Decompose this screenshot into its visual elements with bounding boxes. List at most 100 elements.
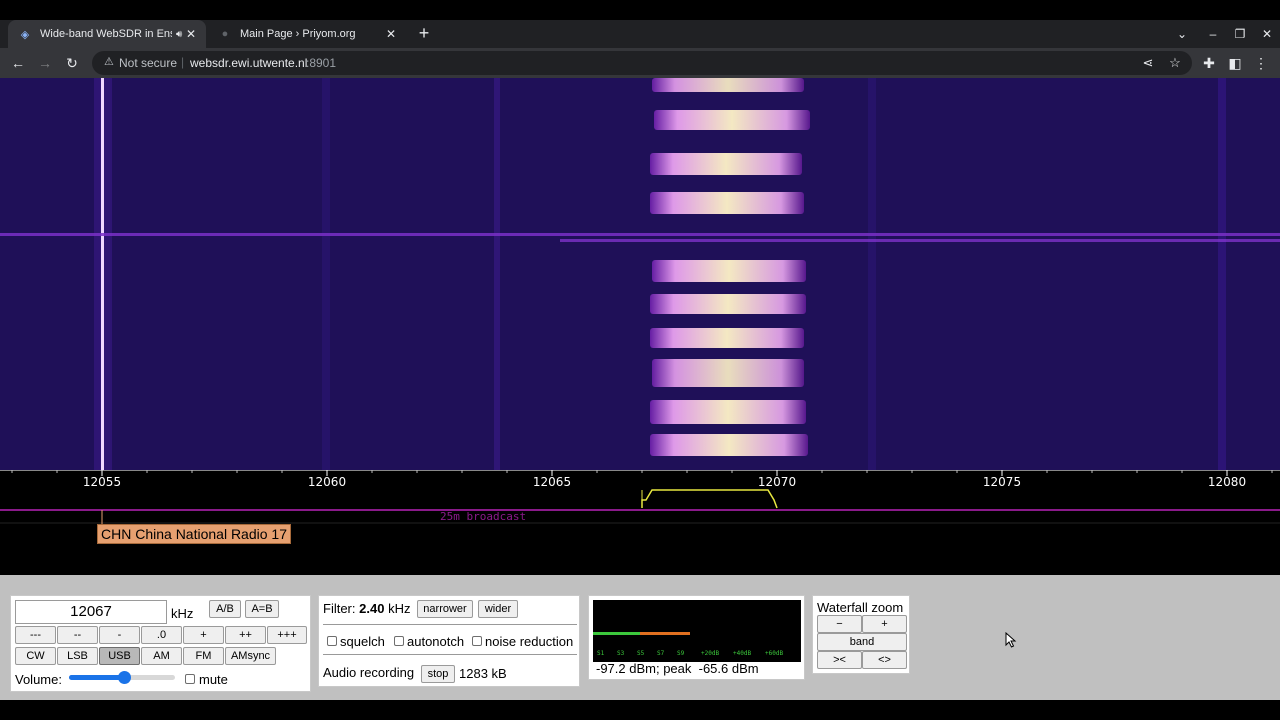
- back-icon[interactable]: ←: [9, 54, 27, 72]
- stop-recording-button[interactable]: stop: [421, 665, 455, 683]
- smeter-scale-label: S9: [677, 650, 685, 657]
- mute-label[interactable]: mute: [199, 672, 228, 687]
- autonotch-label[interactable]: autonotch: [407, 634, 464, 649]
- waterfall-zoom-panel: Waterfall zoom − + band >< <>: [812, 595, 910, 674]
- signal-readout: -97.2 dBm; peak -65.6 dBm: [596, 661, 759, 676]
- share-icon[interactable]: ⋖: [1140, 55, 1156, 71]
- mode-lsb-button[interactable]: LSB: [57, 647, 98, 665]
- close-tab-icon[interactable]: ✕: [184, 27, 198, 41]
- url-port[interactable]: :8901: [306, 56, 336, 70]
- volume-slider-fill: [69, 675, 125, 680]
- audio-recording-label: Audio recording: [323, 665, 415, 680]
- step-up-large-button[interactable]: +++: [267, 626, 307, 644]
- screen-top-border: [0, 0, 1280, 20]
- step-up-medium-button[interactable]: ++: [225, 626, 266, 644]
- station-label[interactable]: CHN China National Radio 17: [97, 524, 291, 544]
- wider-button[interactable]: wider: [478, 600, 518, 618]
- scale-tick-label: 12065: [532, 475, 572, 489]
- reload-icon[interactable]: ↻: [63, 54, 81, 72]
- narrower-button[interactable]: narrower: [417, 600, 473, 618]
- frequency-input[interactable]: 12067: [15, 600, 167, 624]
- browser-toolbar: ← → ↻ ⚠ Not secure | websdr.ewi.utwente.…: [0, 48, 1280, 78]
- step-down-small-button[interactable]: -: [99, 626, 140, 644]
- filter-label: Filter: 2.40 kHz: [323, 601, 410, 616]
- address-bar[interactable]: ⚠ Not secure | websdr.ewi.utwente.nl :89…: [92, 51, 1192, 75]
- close-tab-icon[interactable]: ✕: [384, 27, 398, 41]
- frequency-scale[interactable]: 12055 12060 12065 12070 12075 12080 25m …: [0, 470, 1280, 575]
- filter-divider: [323, 624, 577, 625]
- filter-title: Filter:: [323, 601, 356, 616]
- websdr-favicon-icon: ◈: [20, 28, 30, 41]
- step-down-large-button[interactable]: ---: [15, 626, 56, 644]
- close-window-icon[interactable]: ✕: [1259, 27, 1275, 41]
- squelch-checkbox[interactable]: [327, 636, 337, 646]
- round-frequency-button[interactable]: .0: [141, 626, 182, 644]
- screen-bottom-border: [0, 700, 1280, 720]
- waterfall-canvas[interactable]: [0, 78, 1280, 470]
- bookmark-star-icon[interactable]: ☆: [1167, 55, 1183, 71]
- mode-am-button[interactable]: AM: [141, 647, 182, 665]
- peak-level-bar: [640, 632, 690, 635]
- filter-bandwidth: 2.40: [359, 601, 385, 616]
- smeter-scale-label: +20dB: [701, 650, 720, 657]
- volume-label: Volume:: [15, 672, 62, 687]
- recording-divider: [323, 654, 577, 655]
- step-down-medium-button[interactable]: --: [57, 626, 98, 644]
- zoom-wide-button[interactable]: <>: [862, 651, 907, 669]
- mode-fm-button[interactable]: FM: [183, 647, 224, 665]
- smeter-panel: S1 S3 S5 S7 S9 +20dB +40dB +60dB -97.2 d…: [588, 595, 805, 680]
- recording-size: 1283 kB: [459, 666, 507, 681]
- filter-panel: Filter: 2.40 kHz narrower wider squelch …: [318, 595, 580, 687]
- side-panel-icon[interactable]: ◧: [1226, 54, 1244, 72]
- zoom-band-button[interactable]: band: [817, 633, 907, 651]
- forward-icon[interactable]: →: [36, 54, 54, 72]
- scale-tick-label: 12060: [307, 475, 347, 489]
- mode-amsync-button[interactable]: AMsync: [225, 647, 276, 665]
- filter-unit: kHz: [388, 601, 411, 616]
- ab-button[interactable]: A/B: [209, 600, 241, 618]
- waterfall-display[interactable]: [0, 78, 1280, 470]
- extensions-icon[interactable]: ✚: [1200, 54, 1218, 72]
- restore-icon[interactable]: ❐: [1232, 27, 1248, 41]
- zoom-narrow-button[interactable]: ><: [817, 651, 862, 669]
- mute-checkbox[interactable]: [185, 674, 195, 684]
- mode-usb-button[interactable]: USB: [99, 647, 140, 665]
- smeter-scale-label: +40dB: [733, 650, 752, 657]
- browser-tab-bar: ◈ Wide-band WebSDR in Ensc 🔊︎ ✕ ● Main P…: [0, 20, 1280, 48]
- smeter-scale-label: S3: [617, 650, 625, 657]
- noise-reduction-checkbox[interactable]: [472, 636, 482, 646]
- tab-websdr[interactable]: ◈ Wide-band WebSDR in Ensc 🔊︎ ✕: [8, 20, 206, 48]
- scale-tick-label: 12070: [757, 475, 797, 489]
- mouse-cursor-icon: [1005, 632, 1017, 648]
- smeter-scale-label: S5: [637, 650, 645, 657]
- smeter-scale-label: S7: [657, 650, 665, 657]
- a-equals-b-button[interactable]: A=B: [245, 600, 279, 618]
- warning-icon[interactable]: ⚠: [104, 55, 114, 68]
- menu-icon[interactable]: ⋮: [1252, 54, 1270, 72]
- new-tab-icon[interactable]: +: [416, 24, 432, 42]
- autonotch-checkbox[interactable]: [394, 636, 404, 646]
- scale-graphics: [0, 470, 1280, 526]
- volume-slider-thumb[interactable]: [118, 671, 132, 684]
- tab-title: Wide-band WebSDR in Ensc: [40, 28, 172, 40]
- frequency-panel: 12067 kHz A/B A=B --- -- - .0 + ++ +++ C…: [10, 595, 311, 692]
- zoom-in-button[interactable]: +: [862, 615, 907, 633]
- frequency-unit: kHz: [171, 606, 194, 621]
- security-label[interactable]: Not secure: [119, 56, 177, 70]
- tab-priyom[interactable]: ● Main Page › Priyom.org ✕: [208, 20, 406, 48]
- passband-indicator: [641, 489, 778, 509]
- scale-tick-label: 12055: [82, 475, 122, 489]
- scale-tick-label: 12080: [1207, 475, 1247, 489]
- url-host[interactable]: websdr.ewi.utwente.nl: [190, 56, 307, 70]
- volume-slider[interactable]: [69, 671, 175, 684]
- signal-meter: S1 S3 S5 S7 S9 +20dB +40dB +60dB: [593, 600, 801, 662]
- noise-reduction-label[interactable]: noise reduction: [485, 634, 573, 649]
- mode-cw-button[interactable]: CW: [15, 647, 56, 665]
- zoom-out-button[interactable]: −: [817, 615, 862, 633]
- priyom-favicon-icon: ●: [221, 28, 229, 40]
- squelch-label[interactable]: squelch: [340, 634, 385, 649]
- speaker-icon[interactable]: 🔊︎: [176, 29, 182, 40]
- tab-search-icon[interactable]: ⌄: [1174, 27, 1190, 41]
- minimize-icon[interactable]: –: [1205, 27, 1221, 41]
- step-up-small-button[interactable]: +: [183, 626, 224, 644]
